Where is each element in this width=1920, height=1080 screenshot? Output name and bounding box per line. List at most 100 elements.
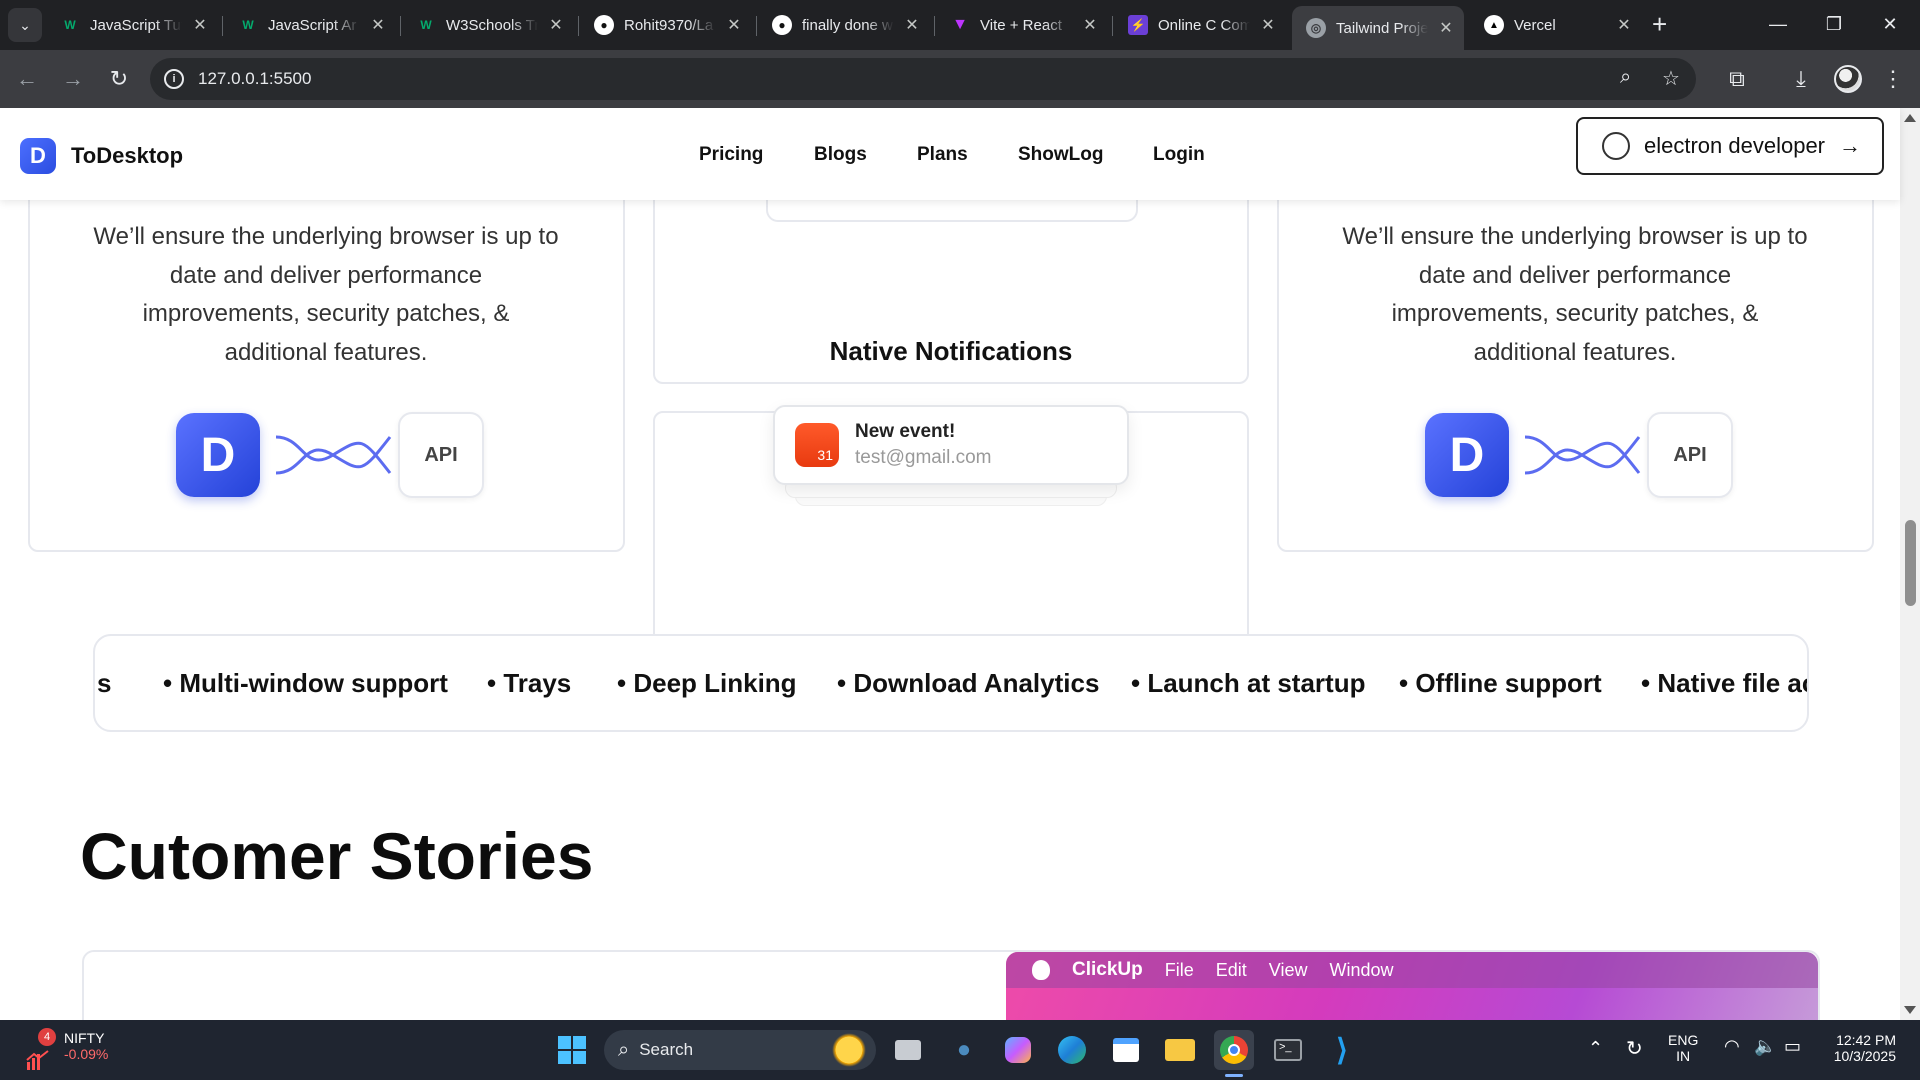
clock[interactable]: 12:42 PM 10/3/2025	[1822, 1032, 1896, 1064]
scroll-thumb[interactable]	[1905, 520, 1916, 606]
close-icon[interactable]: ✕	[548, 15, 564, 35]
tab-title: W3Schools Tr	[446, 16, 538, 34]
section-title: Cutomer Stories	[80, 819, 594, 893]
brand-name[interactable]: ToDesktop	[71, 143, 183, 169]
back-icon[interactable]: ←	[12, 64, 42, 94]
copilot-icon[interactable]	[998, 1030, 1038, 1070]
menu-item: File	[1164, 959, 1194, 980]
nav-showlog[interactable]: ShowLog	[1018, 144, 1103, 166]
todesktop-app-icon: D	[1425, 413, 1509, 497]
profile-avatar[interactable]	[1834, 65, 1862, 93]
url-text[interactable]: 127.0.0.1:5500	[198, 69, 311, 89]
close-icon[interactable]: ✕	[1616, 15, 1632, 35]
tab-8[interactable]: ▲ Vercel ✕	[1470, 6, 1642, 44]
tab-search-button[interactable]: ⌄	[8, 8, 42, 42]
nav-blogs[interactable]: Blogs	[814, 144, 867, 166]
notification-email: test@gmail.com	[855, 447, 992, 468]
tab-title: Vercel	[1514, 16, 1556, 34]
vite-icon: ▼	[952, 16, 968, 33]
wifi-icon[interactable]: ◠	[1724, 1036, 1740, 1057]
file-explorer-icon[interactable]	[1160, 1030, 1200, 1070]
calendar-day: 31	[817, 447, 833, 463]
notifications-title: Native Notifications	[829, 336, 1073, 366]
tab-title: Vite + React	[980, 16, 1062, 34]
tab-5[interactable]: ▼ Vite + React ✕	[936, 6, 1108, 44]
browser-toolbar: ← → ↻ i 127.0.0.1:5500 ⌕ ☆ ⧉ ⤓ ⋮	[0, 50, 1920, 108]
tab-6[interactable]: ⚡ Online C Com ✕	[1114, 6, 1286, 44]
close-icon[interactable]: ✕	[1438, 18, 1454, 38]
restore-icon[interactable]: ❐	[1806, 6, 1862, 42]
bolt-icon: ⚡	[1128, 15, 1148, 35]
download-icon[interactable]: ⤓	[1786, 64, 1816, 94]
todesktop-logo-icon[interactable]: D	[20, 138, 56, 174]
date: 10/3/2025	[1833, 1048, 1896, 1064]
tab-2[interactable]: W W3Schools Tr ✕	[402, 6, 574, 44]
weather-sun-icon	[832, 1033, 866, 1067]
notification-badge: 4	[38, 1028, 56, 1046]
scroll-up-icon[interactable]	[1904, 114, 1916, 122]
close-icon[interactable]: ✕	[904, 15, 920, 35]
tab-1[interactable]: W JavaScript Ar ✕	[224, 6, 396, 44]
tab-title: JavaScript Tut	[90, 16, 182, 34]
stock-name: NIFTY	[64, 1030, 105, 1046]
tab-3[interactable]: ● Rohit9370/La ✕	[580, 6, 752, 44]
tab-0[interactable]: W JavaScript Tut ✕	[46, 6, 218, 44]
close-icon[interactable]: ✕	[370, 15, 386, 35]
task-view-icon[interactable]	[888, 1030, 928, 1070]
apple-icon	[1032, 960, 1050, 980]
menu-kebab-icon[interactable]: ⋮	[1878, 64, 1908, 94]
close-icon[interactable]: ✕	[1260, 15, 1276, 35]
zoom-icon[interactable]: ⌕	[1620, 66, 1631, 89]
w3schools-icon: W	[242, 18, 254, 32]
terminal-icon[interactable]: >_	[1268, 1030, 1308, 1070]
window-close-icon[interactable]: ✕	[1862, 6, 1918, 42]
address-bar[interactable]: i 127.0.0.1:5500	[150, 58, 1696, 100]
marquee-item: • Native file ac	[1641, 668, 1809, 698]
nav-plans[interactable]: Plans	[917, 144, 968, 166]
tab-4[interactable]: ● finally done w ✕	[758, 6, 930, 44]
marquee-item: • Offline support	[1399, 668, 1602, 698]
nav-pricing[interactable]: Pricing	[699, 144, 763, 166]
close-icon[interactable]: ✕	[1082, 15, 1098, 35]
vscode-icon[interactable]: ⟩	[1322, 1030, 1362, 1070]
connection-wave-icon	[275, 435, 392, 475]
close-icon[interactable]: ✕	[726, 15, 742, 35]
menu-item: View	[1268, 959, 1308, 980]
scroll-down-icon[interactable]	[1904, 1006, 1916, 1014]
electron-developer-button[interactable]: electron developer →	[1576, 117, 1884, 175]
language-indicator[interactable]: ENG IN	[1668, 1032, 1698, 1064]
extensions-icon[interactable]: ⧉	[1722, 64, 1752, 94]
tab-title: JavaScript Ar	[268, 16, 357, 34]
forward-icon[interactable]: →	[58, 64, 88, 94]
edge-icon[interactable]	[1052, 1030, 1092, 1070]
nav-login[interactable]: Login	[1153, 144, 1205, 166]
api-badge: API	[1647, 412, 1733, 498]
volume-icon[interactable]: 🔈	[1754, 1036, 1776, 1057]
chrome-icon[interactable]	[1214, 1030, 1254, 1070]
store-icon[interactable]	[1106, 1030, 1146, 1070]
page-viewport: D ToDesktop Pricing Blogs Plans ShowLog …	[0, 108, 1920, 1020]
new-tab-button[interactable]: +	[1652, 10, 1667, 38]
stock-widget[interactable]: NIFTY -0.09%	[64, 1030, 108, 1062]
page-scrollbar[interactable]	[1900, 108, 1920, 1020]
search-label: Search	[639, 1040, 694, 1059]
chevron-up-icon[interactable]: ⌃	[1588, 1038, 1603, 1059]
tab-7-active[interactable]: ◎ Tailwind Proje ✕	[1292, 6, 1464, 50]
notification-title: New event!	[855, 421, 956, 442]
api-badge: API	[398, 412, 484, 498]
close-icon[interactable]: ✕	[192, 15, 208, 35]
taskbar-search[interactable]: ⌕ Search	[604, 1030, 876, 1070]
battery-icon[interactable]: ▭	[1784, 1036, 1801, 1057]
site-info-icon[interactable]: i	[164, 69, 184, 89]
menu-app-name: ClickUp	[1072, 959, 1143, 980]
tab-title: Tailwind Proje	[1336, 19, 1428, 37]
marquee-item: • Trays	[487, 668, 572, 698]
bookmark-star-icon[interactable]: ☆	[1662, 66, 1680, 91]
marquee-item: • Deep Linking	[617, 668, 797, 698]
windows-start-icon[interactable]	[552, 1030, 592, 1070]
reload-icon[interactable]: ↻	[104, 64, 134, 94]
minimize-icon[interactable]: —	[1750, 6, 1806, 42]
marquee-item: • Multi-window support	[163, 668, 448, 698]
python-icon[interactable]: ●	[944, 1030, 984, 1070]
sync-icon[interactable]: ↻	[1626, 1036, 1643, 1061]
